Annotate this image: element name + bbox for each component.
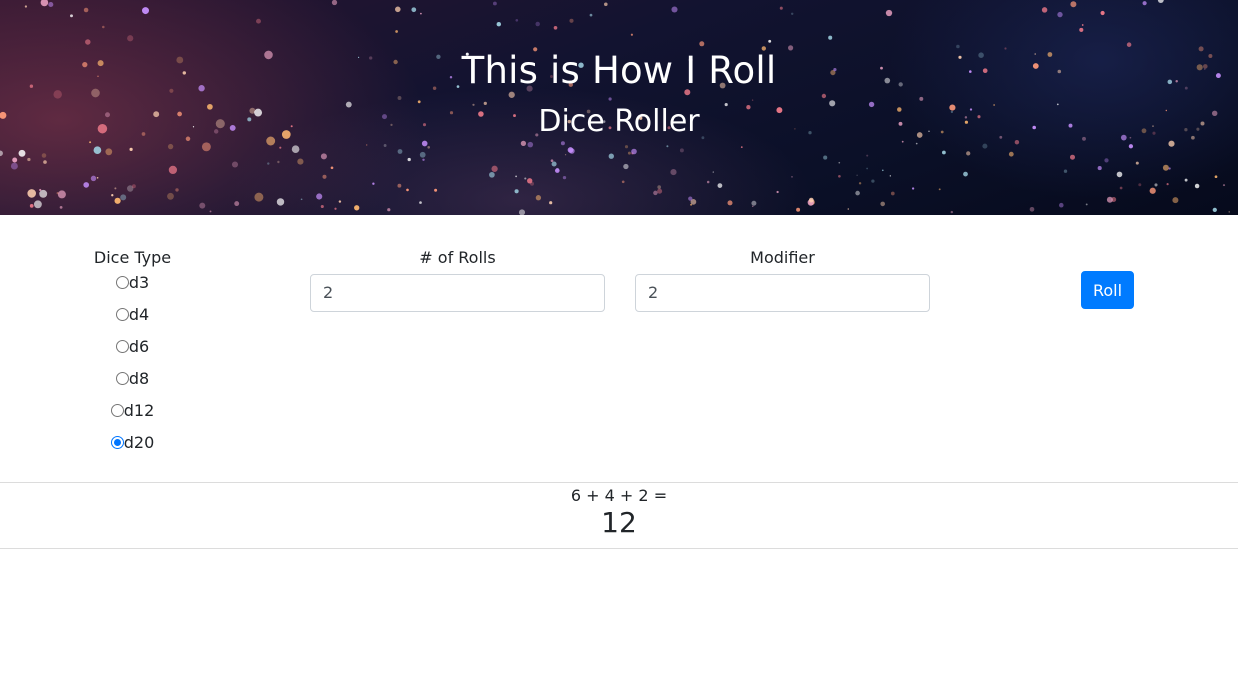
radio-d20[interactable] — [110, 435, 124, 449]
dice-option-label: d8 — [128, 368, 150, 388]
dice-option-d6[interactable]: d6 — [76, 330, 189, 362]
modifier-input[interactable]: 2 — [635, 274, 930, 312]
dice-option-label: d6 — [128, 336, 150, 356]
rolls-input[interactable]: 2 — [310, 274, 605, 312]
page-subtitle: Dice Roller — [538, 104, 700, 139]
rolls-label: # of Rolls — [419, 248, 496, 267]
divider-bottom — [0, 548, 1238, 549]
page-title: This is How I Roll — [461, 49, 777, 92]
dice-option-label: d20 — [123, 432, 155, 452]
roll-total: 12 — [601, 506, 637, 539]
radio-d12[interactable] — [110, 403, 124, 417]
radio-d3[interactable] — [115, 275, 129, 289]
radio-d8[interactable] — [115, 371, 129, 385]
dice-option-label: d4 — [128, 304, 150, 324]
dice-option-d20[interactable]: d20 — [76, 426, 189, 458]
dice-option-label: d12 — [123, 400, 155, 420]
radio-d6[interactable] — [115, 339, 129, 353]
dice-type-label: Dice Type — [93, 248, 172, 267]
dice-option-d3[interactable]: d3 — [76, 266, 189, 298]
dice-radio-list: d3 d4 d6 d8 d12 d20 — [76, 266, 189, 458]
dice-type-group: Dice Type d3 d4 d6 d8 d12 d20 — [76, 248, 189, 458]
hero-banner: This is How I Roll Dice Roller — [0, 0, 1238, 215]
dice-option-d12[interactable]: d12 — [76, 394, 189, 426]
roll-equation: 6 + 4 + 2 = — [570, 486, 668, 505]
dice-option-d8[interactable]: d8 — [76, 362, 189, 394]
roll-button[interactable]: Roll — [1081, 271, 1134, 309]
dice-option-label: d3 — [128, 272, 150, 292]
dice-option-d4[interactable]: d4 — [76, 298, 189, 330]
radio-d4[interactable] — [115, 307, 129, 321]
divider-top — [0, 482, 1238, 483]
modifier-label: Modifier — [750, 248, 815, 267]
